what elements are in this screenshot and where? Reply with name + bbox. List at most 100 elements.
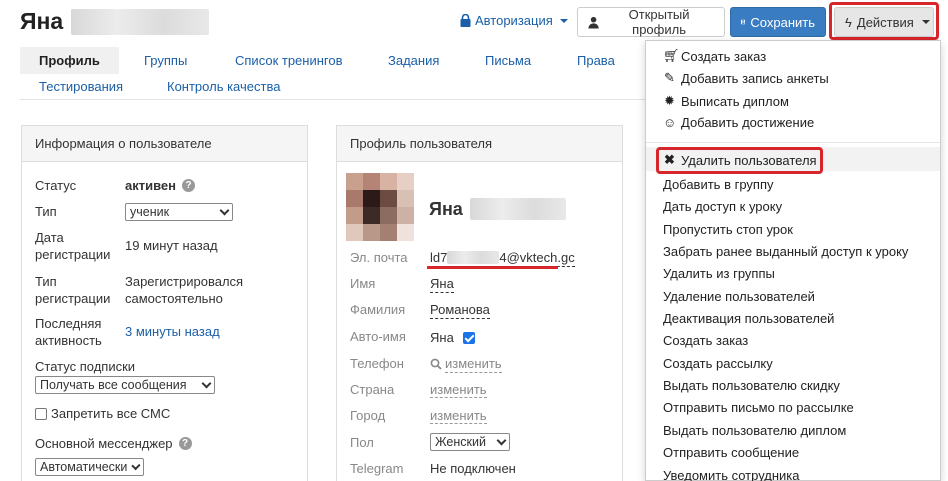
- reg-type-value: Зарегистрировался самостоятельно: [125, 274, 244, 306]
- telegram-value: Не подключен: [430, 461, 516, 476]
- email-label: Эл. почта: [350, 250, 408, 265]
- auto-name-row: Яна: [430, 329, 479, 346]
- country-value: изменить: [430, 382, 487, 398]
- menu-item[interactable]: Удалить из группы: [663, 266, 775, 281]
- menu-item[interactable]: Создать рассылку: [663, 356, 773, 371]
- subscription-value: Получать все сообщения: [40, 378, 187, 392]
- menu-item-label: Добавить достижение: [681, 115, 815, 130]
- tab-letters[interactable]: Письма: [485, 53, 531, 68]
- menu-item[interactable]: Деактивация пользователей: [663, 311, 834, 326]
- gender-select[interactable]: Женский: [430, 433, 510, 451]
- menu-item[interactable]: Пропустить стоп урок: [663, 222, 793, 237]
- menu-item[interactable]: Уведомить сотрудника: [663, 468, 800, 481]
- blurred-last-name: [469, 198, 566, 220]
- menu-item[interactable]: Добавить в группу: [663, 177, 774, 192]
- messenger-label-row: Основной мессенджер ?: [35, 435, 192, 452]
- authorization-link[interactable]: Авторизация: [460, 13, 568, 28]
- profile-name: Яна: [429, 198, 566, 220]
- highlight-actions-box: [829, 2, 939, 40]
- messenger-value: Автоматически: [40, 460, 128, 474]
- phone-label: Телефон: [350, 356, 404, 371]
- search-icon: [430, 358, 442, 370]
- menu-item-add-achievement[interactable]: ☺ Добавить достижение: [663, 115, 814, 130]
- menu-item-create-order-top[interactable]: 🛒︎ Создать заказ: [663, 48, 766, 64]
- profile-first-name: Яна: [429, 199, 463, 219]
- city-change-link[interactable]: изменить: [430, 407, 487, 424]
- menu-item[interactable]: Выдать пользователю скидку: [663, 378, 840, 393]
- menu-divider: [646, 142, 940, 143]
- chevron-down-icon: [131, 460, 141, 470]
- country-change-link[interactable]: изменить: [430, 381, 487, 398]
- tab-profile[interactable]: Профиль: [20, 47, 119, 74]
- certificate-icon: ✹: [664, 93, 675, 108]
- smile-icon: ☺: [663, 115, 677, 130]
- authorization-label: Авторизация: [475, 13, 553, 28]
- menu-item-label: Добавить запись анкеты: [681, 70, 829, 86]
- subscription-label: Статус подписки: [35, 359, 136, 374]
- tab-testing[interactable]: Тестирования: [39, 79, 123, 94]
- auto-name-checkbox[interactable]: [463, 332, 476, 344]
- user-info-title: Информация о пользователе: [22, 126, 307, 162]
- floppy-disk-icon: [741, 19, 746, 25]
- chevron-down-icon: [201, 378, 212, 388]
- messenger-select[interactable]: Автоматически: [35, 458, 144, 476]
- last-name-field[interactable]: Романова: [430, 301, 490, 319]
- user-icon: [588, 16, 599, 29]
- menu-item[interactable]: Отправить письмо по рассылке: [663, 400, 854, 415]
- last-activity-value[interactable]: 3 минуты назад: [125, 324, 220, 339]
- menu-item-label: Выписать диплом: [681, 93, 789, 109]
- pencil-icon: ✎: [664, 70, 675, 85]
- help-icon[interactable]: ?: [182, 179, 195, 192]
- tab-assignments[interactable]: Задания: [388, 53, 439, 68]
- first-name-field[interactable]: Яна: [430, 275, 454, 293]
- menu-item-issue-diploma[interactable]: ✹ Выписать диплом: [663, 93, 789, 109]
- lock-icon: [460, 14, 471, 27]
- cart-icon: 🛒︎: [663, 48, 680, 63]
- sms-checkbox-row[interactable]: Запретить все СМС: [35, 405, 170, 422]
- sms-checkbox[interactable]: [35, 408, 47, 420]
- email-start: ld7: [430, 250, 448, 265]
- menu-item[interactable]: Дать доступ к уроку: [663, 199, 782, 214]
- user-first-name: Яна: [20, 8, 64, 34]
- auto-name-label: Авто-имя: [350, 329, 406, 344]
- type-select[interactable]: ученик: [125, 203, 233, 221]
- profile-title: Профиль пользователя: [337, 126, 622, 162]
- country-label: Страна: [350, 382, 395, 397]
- menu-item[interactable]: Выдать пользователю диплом: [663, 423, 846, 438]
- phone-value: изменить: [445, 356, 502, 373]
- messenger-label: Основной мессенджер: [35, 436, 173, 451]
- gender-label: Пол: [350, 435, 374, 450]
- chevron-down-icon: [219, 205, 230, 215]
- avatar: [346, 173, 414, 241]
- menu-item[interactable]: Создать заказ: [663, 333, 748, 348]
- tab-rights[interactable]: Права: [577, 53, 615, 68]
- tab-quality-control[interactable]: Контроль качества: [167, 79, 280, 94]
- help-icon[interactable]: ?: [178, 437, 192, 450]
- last-activity-link[interactable]: 3 минуты назад: [125, 323, 220, 340]
- last-activity-label: Последняя активность: [35, 316, 102, 348]
- open-profile-button[interactable]: Открытый профиль: [577, 7, 725, 37]
- tab-training-list[interactable]: Список тренингов: [235, 53, 343, 68]
- save-button[interactable]: Сохранить: [730, 7, 826, 37]
- type-value: ученик: [130, 205, 170, 219]
- email-field[interactable]: ld7 4@vktech.gc: [430, 249, 575, 267]
- email-red-underline: [427, 266, 558, 269]
- tab-groups[interactable]: Группы: [144, 53, 187, 68]
- page-title: Яна: [20, 8, 210, 35]
- blurred-last-name: [71, 8, 210, 35]
- menu-item[interactable]: Забрать ранее выданный доступ к уроку: [663, 244, 908, 259]
- phone-change-link[interactable]: изменить: [430, 355, 502, 373]
- sms-label: Запретить все СМС: [51, 406, 171, 421]
- menu-item[interactable]: Удаление пользователей: [663, 289, 815, 304]
- reg-type-label: Тип регистрации: [35, 274, 111, 306]
- actions-dropdown-menu: 🛒︎ Создать заказ ✎ Добавить запись анкет…: [645, 40, 941, 481]
- chevron-down-icon: [496, 435, 507, 445]
- menu-item[interactable]: Отправить сообщение: [663, 445, 799, 460]
- auto-name-value: Яна: [430, 330, 454, 345]
- tabs-divider: [20, 99, 645, 100]
- reg-date-value: 19 минут назад: [125, 238, 218, 253]
- menu-item-add-survey-record[interactable]: ✎ Добавить запись анкеты: [663, 70, 829, 86]
- first-name-label: Имя: [350, 276, 376, 291]
- subscription-select[interactable]: Получать все сообщения: [35, 376, 215, 394]
- reg-date-label: Дата регистрации: [35, 230, 111, 262]
